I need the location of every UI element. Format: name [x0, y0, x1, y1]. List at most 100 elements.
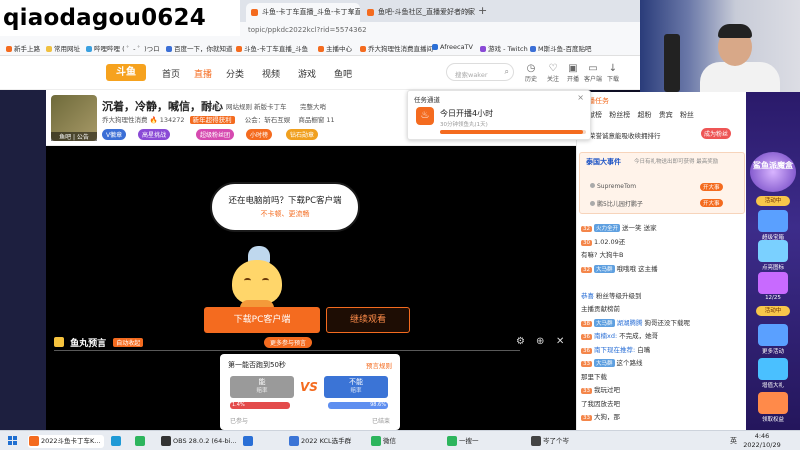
download-client-button[interactable]: 下载PC客户端 [204, 307, 320, 333]
badge-superfan[interactable]: 超级粉丝团 [196, 129, 235, 140]
start-live-button[interactable]: ▣ 开播 [564, 63, 582, 83]
bookmark-item[interactable]: 斗鱼-卡丁车直播_斗鱼 [236, 43, 308, 53]
nav-live[interactable]: 直播 [194, 67, 212, 80]
input-method-indicator[interactable]: 英 [730, 436, 737, 446]
taskbar-kcl-group[interactable]: 2022 KCL选手群 [288, 435, 354, 448]
ad-label[interactable]: 活动中 [756, 306, 790, 316]
tab-vip[interactable]: 贵宾 [659, 111, 673, 119]
ad-item[interactable]: 领取权益 [750, 392, 796, 423]
ad-item[interactable]: 更多活动 [750, 324, 796, 355]
nav-video[interactable]: 视频 [262, 67, 280, 80]
event-ad-strip[interactable]: 鲨鱼派魔盒 活动中 超级宝箱 点亮图标 12/25 活动中 更多活动 增值大礼 … [746, 92, 800, 430]
option-no-button[interactable]: 不能 赔率 [324, 376, 388, 398]
bookmark-item[interactable]: 主播中心 [318, 43, 352, 53]
report-link[interactable]: 举报 [206, 101, 219, 111]
more-icon[interactable]: ⊕ [536, 336, 544, 347]
bookmark-item[interactable]: 乔大狗理性消费直播间 [360, 43, 433, 53]
chat-username[interactable]: 南楠xd: [594, 332, 617, 340]
close-tab-icon[interactable]: × [348, 7, 355, 16]
badge-diamond[interactable]: 钻石勋章 [286, 129, 319, 140]
tab-yuba[interactable]: 鱼吧-斗鱼社区_直播爱好者的家 × [362, 3, 476, 22]
bookmark-item[interactable]: 百度一下，你就知道 [166, 43, 233, 53]
nav-category[interactable]: 分类 [226, 67, 244, 80]
nav-games[interactable]: 游戏 [298, 67, 316, 80]
follow-button[interactable]: ♡ 关注 [544, 63, 562, 83]
fan-badge[interactable]: 大马群 [594, 359, 615, 367]
bookmark-item[interactable]: 哔哩哔哩 ( ゜- ゜)つロ [86, 43, 160, 53]
event-tag[interactable]: 开大事 [700, 183, 723, 191]
search-input[interactable]: 搜索waker ⌕ [446, 63, 514, 81]
url-text[interactable]: topic/ppkdc2022kcl?rid=5574362 [248, 26, 367, 34]
chat-message: 36 南楠xd: 不完成，她哥 [581, 330, 743, 340]
fan-badge[interactable]: 大马群 [594, 264, 615, 273]
client-button[interactable]: ▭ 客户端 [584, 63, 602, 83]
taskbar-app[interactable] [134, 435, 152, 448]
ad-item[interactable]: 12/25 [750, 272, 796, 301]
close-tab-icon[interactable]: × [464, 7, 471, 16]
bookmark-item[interactable]: 游戏 - Twitch [480, 43, 528, 53]
bookmark-item[interactable]: M斯斗鱼-百度贴吧 [530, 43, 591, 53]
tab-douyu-live[interactable]: 斗鱼-卡丁车直播_斗鱼-卡丁车直播 × [246, 3, 360, 22]
taskbar-obs[interactable]: OBS 28.0.2 (64-bi... [160, 435, 237, 448]
fan-badge[interactable]: 大马群 [594, 318, 615, 327]
badge-hour-rank[interactable]: 小时榜 [246, 129, 273, 140]
event-title[interactable]: 泰国大事件 [586, 157, 621, 167]
search-icon[interactable]: ⌕ [505, 67, 509, 77]
rules-link[interactable]: 网站规则 [226, 101, 252, 111]
nav-yuba[interactable]: 鱼吧 [334, 67, 352, 80]
settings-icon[interactable]: ⚙ [516, 336, 525, 347]
taskbar-app[interactable] [242, 435, 260, 448]
chat-message: 30 1.02.09还 [581, 236, 743, 246]
flame-icon: ♨ [416, 107, 434, 125]
chat-username[interactable]: 湖湖腾腾 [617, 319, 643, 327]
bookmark-item[interactable]: 常用网址 [46, 43, 80, 53]
windows-start-icon[interactable] [8, 436, 18, 446]
douyu-logo[interactable]: 斗鱼 [106, 64, 146, 81]
event-tag[interactable]: 开大事 [700, 199, 723, 207]
bookmark-item[interactable]: AfreecaTV [432, 43, 473, 51]
prediction-header[interactable]: 鱼丸预言 自动收起 [54, 336, 144, 349]
category-link[interactable]: 新版卡丁车 [254, 101, 287, 111]
taskbar-edge[interactable] [110, 435, 128, 448]
chat-username[interactable]: 南下现在推荐: [594, 346, 635, 354]
badge-star[interactable]: 高星挑战 [138, 129, 171, 140]
ad-item[interactable]: 增值大礼 [750, 358, 796, 389]
title-link[interactable]: 完整大哨 [300, 101, 326, 111]
mall-label[interactable]: 商品橱窗 11 [298, 116, 334, 124]
bookmark-item[interactable]: 新手上路 [6, 43, 40, 53]
event-badge[interactable]: 鲨鱼派魔盒 [750, 152, 796, 192]
prediction-rules-link[interactable]: 预言规则 [366, 360, 392, 370]
tab-superfans[interactable]: 超粉 [637, 111, 651, 119]
ad-label[interactable]: 活动中 [756, 196, 790, 206]
tab-fans[interactable]: 粉丝榜 [609, 111, 630, 119]
ad-item[interactable]: 超级宝箱 [750, 210, 796, 241]
chat-username[interactable]: 恭喜 [581, 292, 594, 300]
user-level-badge: 36 [581, 334, 592, 340]
system-clock[interactable]: 4:46 2022/10/29 [740, 432, 784, 450]
chat-text: 白嘴 [637, 345, 651, 354]
close-icon[interactable]: ✕ [556, 336, 564, 347]
history-button[interactable]: ◷ 历史 [522, 63, 540, 83]
chat-message: 32 大马群 哦哦哦 这主播 [581, 263, 743, 273]
video-player[interactable]: 还在电脑前吗？下载PC客户端 不卡顿、更流畅 下载PC客户端 继续观看 鱼丸预言… [46, 146, 576, 430]
ad-item[interactable]: 点亮图标 [750, 240, 796, 271]
close-icon[interactable]: × [577, 93, 584, 102]
option-yes-button[interactable]: 能 赔率 [230, 376, 294, 398]
taskbar-firefox[interactable]: 2022斗鱼卡丁车K... [28, 435, 104, 448]
tab-fan-group[interactable]: 粉丝 [680, 111, 694, 119]
badge-v[interactable]: V徽章 [102, 129, 127, 140]
guild-label[interactable]: 公会：斩石互娱 [245, 116, 291, 124]
avatar-label[interactable]: 鱼吧 | 公告 [51, 132, 97, 141]
fan-badge[interactable]: 火力全开 [594, 224, 621, 232]
taskbar-wechat[interactable]: 微信 [370, 435, 410, 448]
prediction-more-pill[interactable]: 更多参与预言 [264, 337, 313, 348]
become-fan-button[interactable]: 成为粉丝 [701, 128, 732, 139]
download-button[interactable]: ↓ 下载 [604, 63, 622, 83]
taskbar-app[interactable]: 岑了个岑 [530, 435, 576, 448]
new-tab-button[interactable]: + [478, 4, 487, 17]
continue-watching-button[interactable]: 继续观看 [326, 307, 410, 333]
nav-home[interactable]: 首页 [162, 67, 180, 80]
owner-name[interactable]: 乔大狗理性消费 [102, 116, 148, 124]
sponsor-tag[interactable]: 新年超得获利 [189, 116, 235, 124]
taskbar-app[interactable]: 一搜一 [446, 435, 486, 448]
